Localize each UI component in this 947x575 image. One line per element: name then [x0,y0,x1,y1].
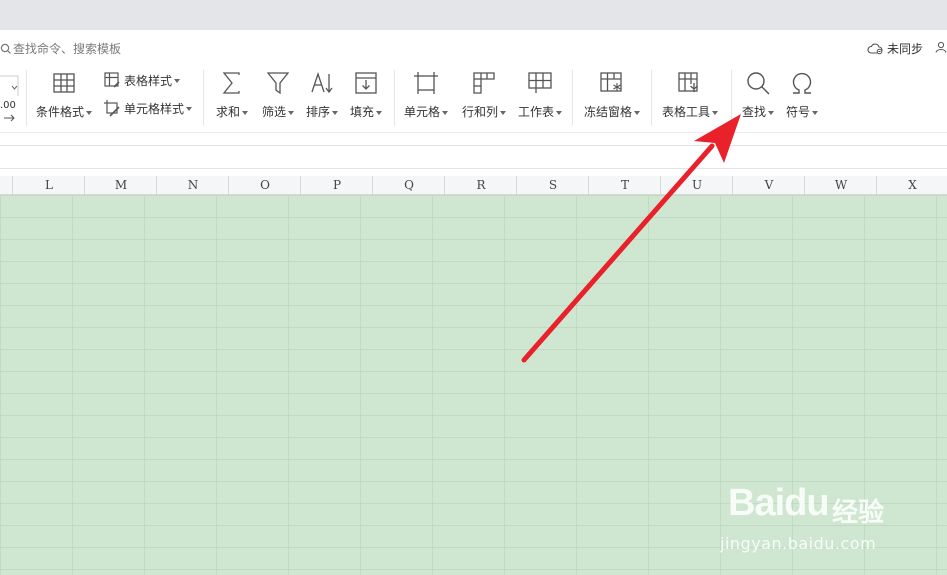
watermark-cn: 经验 [832,498,885,528]
watermark-url: jingyan.baidu.com [720,534,877,553]
watermark-brand: Baidu [728,482,830,524]
baidu-watermark: Baidu 经验 jingyan.baidu.com [720,482,943,572]
